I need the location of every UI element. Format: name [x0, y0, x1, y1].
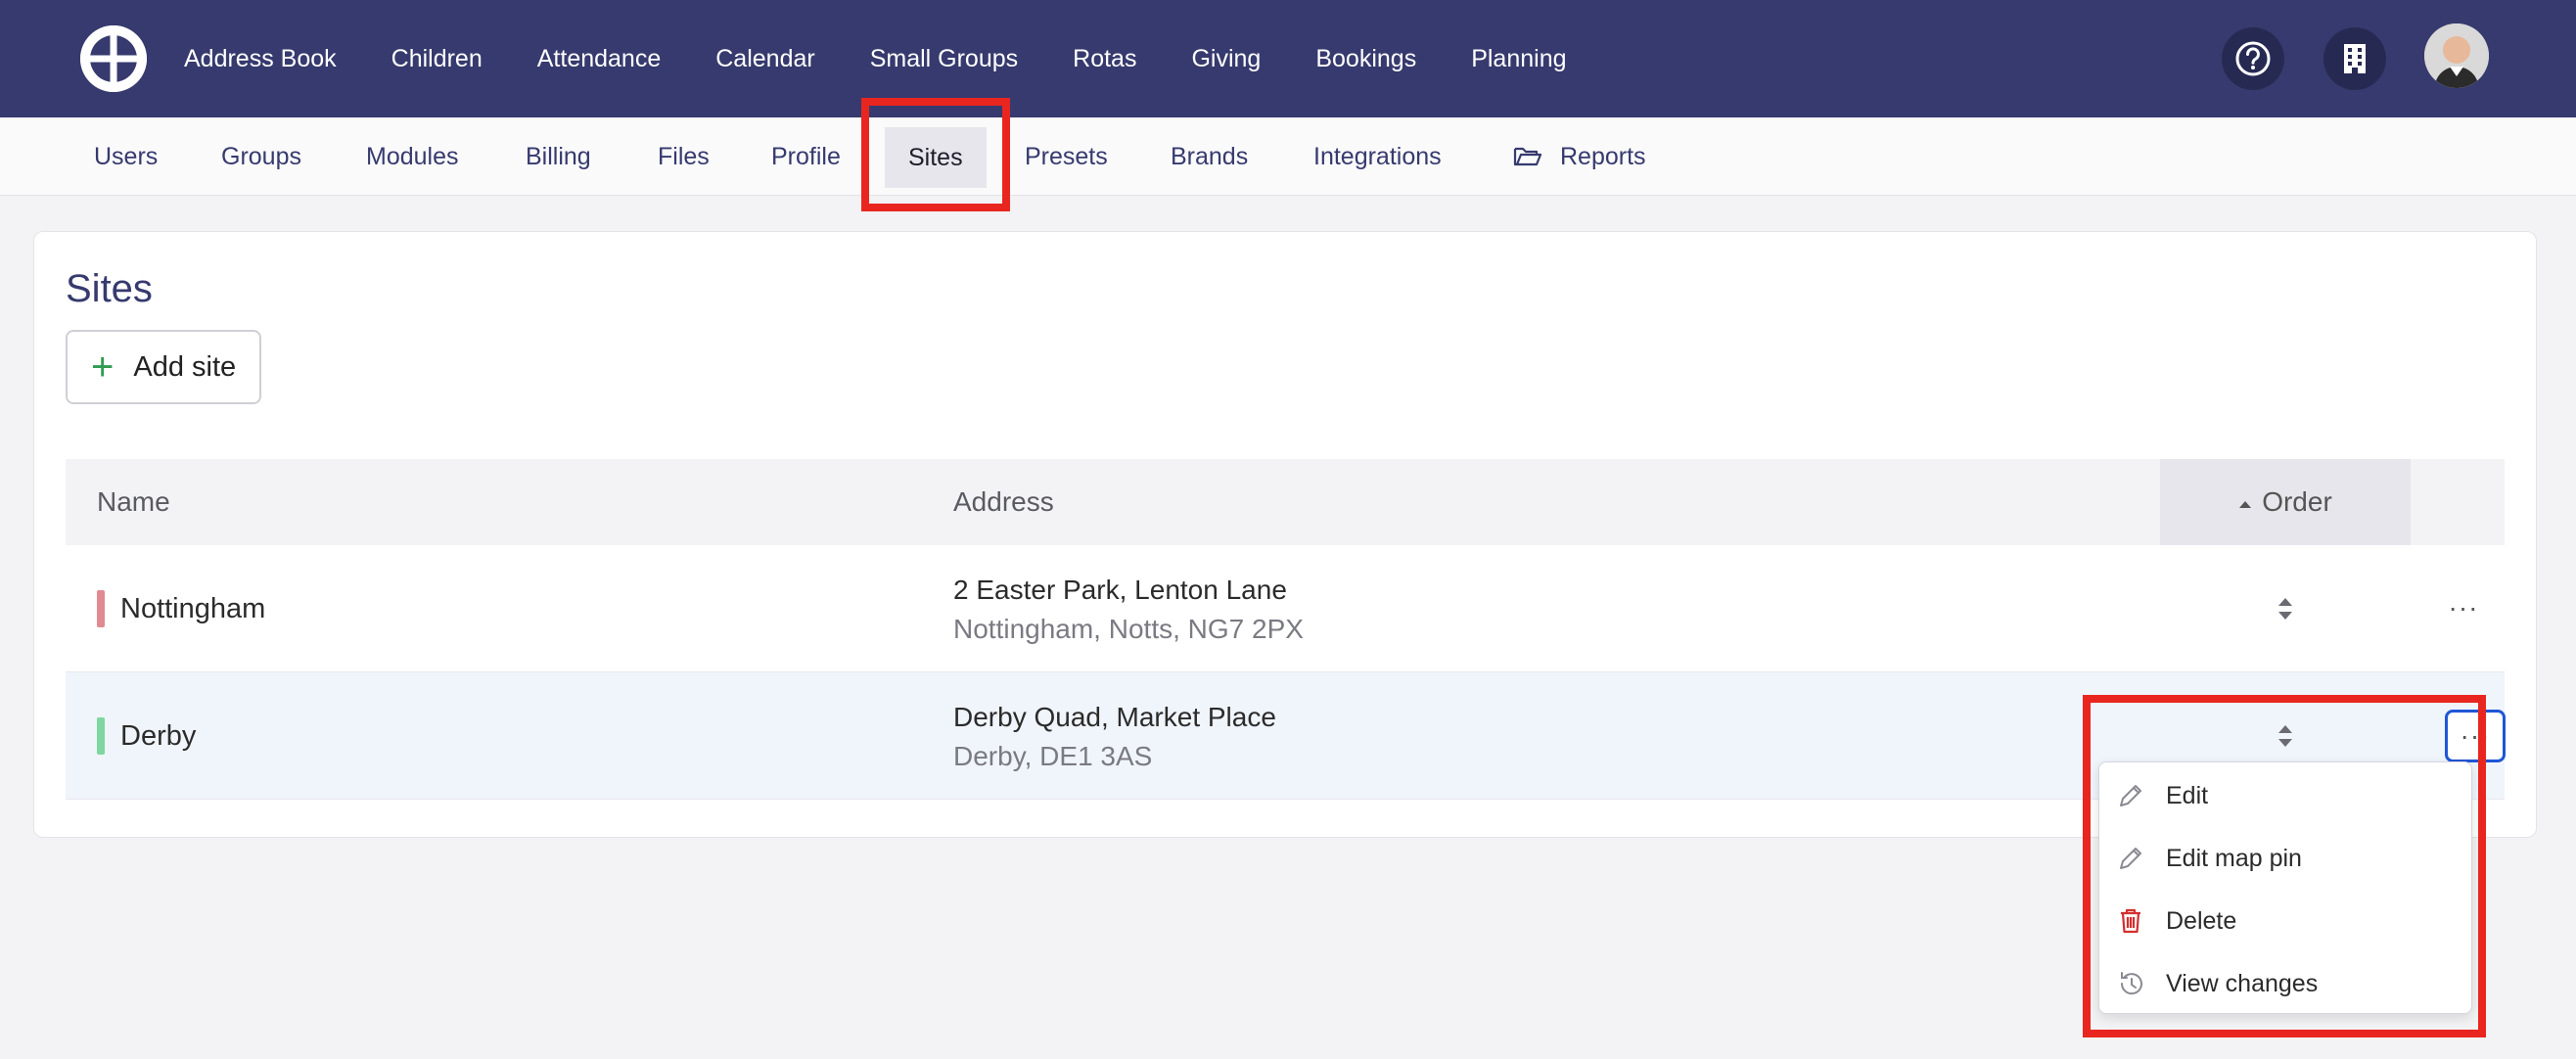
site-color-marker	[97, 717, 105, 755]
column-order[interactable]: Order	[2160, 459, 2411, 545]
column-name[interactable]: Name	[97, 459, 170, 545]
logo-icon	[80, 25, 147, 92]
sub-nav: Users Groups Modules Billing Files Profi…	[0, 117, 2576, 196]
organisation-button[interactable]	[2323, 27, 2386, 90]
plus-icon: +	[91, 345, 115, 389]
add-site-label: Add site	[133, 350, 237, 383]
folder-open-icon	[1513, 147, 1542, 166]
nav-small-groups[interactable]: Small Groups	[870, 45, 1018, 73]
sort-asc-icon	[2239, 500, 2252, 508]
site-name: Derby	[120, 720, 197, 752]
site-address-line1: Derby Quad, Market Place	[953, 702, 1276, 732]
top-nav: Address Book Children Attendance Calenda…	[0, 0, 2576, 117]
site-name: Nottingham	[120, 593, 266, 624]
tab-modules[interactable]: Modules	[366, 117, 459, 196]
table-header: Name Address Order	[66, 459, 2505, 545]
nav-rotas[interactable]: Rotas	[1073, 45, 1136, 73]
nav-planning[interactable]: Planning	[1471, 45, 1566, 73]
nav-attendance[interactable]: Attendance	[537, 45, 662, 73]
tab-groups[interactable]: Groups	[221, 117, 301, 196]
add-site-button[interactable]: + Add site	[66, 330, 261, 404]
tab-reports[interactable]: Reports	[1513, 117, 1646, 196]
nav-address-book[interactable]: Address Book	[184, 45, 337, 73]
site-color-marker	[97, 590, 105, 627]
tab-users[interactable]: Users	[94, 117, 158, 196]
avatar-icon	[2424, 23, 2489, 88]
column-order-label: Order	[2262, 486, 2332, 517]
site-address-line2: Nottingham, Notts, NG7 2PX	[953, 614, 1304, 644]
column-address[interactable]: Address	[953, 459, 1054, 545]
highlight-sites-tab	[861, 98, 1010, 211]
help-icon	[2235, 41, 2271, 76]
nav-bookings[interactable]: Bookings	[1315, 45, 1416, 73]
nav-giving[interactable]: Giving	[1191, 45, 1261, 73]
nav-calendar[interactable]: Calendar	[715, 45, 814, 73]
site-address-line2: Derby, DE1 3AS	[953, 741, 1153, 771]
nav-children[interactable]: Children	[391, 45, 483, 73]
tab-presets[interactable]: Presets	[1025, 117, 1108, 196]
highlight-actions-menu	[2083, 695, 2486, 1037]
page-title: Sites	[66, 267, 153, 310]
tab-brands[interactable]: Brands	[1171, 117, 1248, 196]
building-icon	[2344, 44, 2366, 73]
drag-sort-icon[interactable]	[2276, 594, 2295, 623]
tab-integrations[interactable]: Integrations	[1313, 117, 1442, 196]
tab-profile[interactable]: Profile	[771, 117, 841, 196]
tab-files[interactable]: Files	[658, 117, 710, 196]
user-avatar[interactable]	[2424, 23, 2489, 88]
app-logo[interactable]	[80, 25, 147, 92]
table-row[interactable]: Nottingham 2 Easter Park, Lenton Lane No…	[66, 545, 2505, 672]
tab-reports-label: Reports	[1560, 143, 1646, 170]
row-more-button[interactable]: ···	[2442, 588, 2485, 627]
site-address-line1: 2 Easter Park, Lenton Lane	[953, 575, 1287, 605]
tab-billing[interactable]: Billing	[526, 117, 591, 196]
help-button[interactable]	[2222, 27, 2284, 90]
